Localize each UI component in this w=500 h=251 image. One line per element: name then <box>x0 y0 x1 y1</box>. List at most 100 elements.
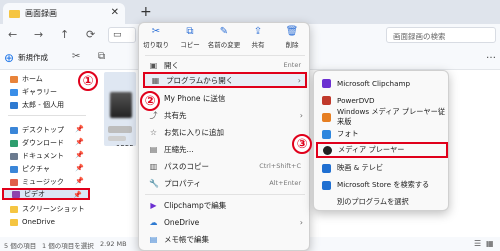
tab-recording[interactable]: 画面録画 ✕ <box>3 3 125 24</box>
menu-item-open[interactable]: ▣ 開く Enter <box>143 57 307 73</box>
menu-item-onedrive[interactable]: ☁ OneDrive › <box>143 214 307 230</box>
desktop-icon <box>10 126 18 134</box>
address-bar[interactable]: ▭ <box>108 27 136 43</box>
details-view-icon[interactable]: ☰ <box>474 239 481 248</box>
sidebar-item-music[interactable]: ミュージック 📌 <box>0 176 90 188</box>
choose-another-program[interactable]: 別のプログラムを選択 <box>317 194 447 210</box>
sidebar-item-label: ビデオ <box>24 190 45 198</box>
up-icon[interactable]: ↑ <box>60 28 69 41</box>
app-label: Microsoft Clipchamp <box>337 78 411 88</box>
shortcut-text: Ctrl+Shift+C <box>259 162 301 170</box>
menu-item-compress[interactable]: ▤ 圧縮先... › <box>143 141 307 157</box>
menu-item-clipchamp-edit[interactable]: ▶ Clipchampで編集 <box>143 197 307 213</box>
sidebar-item-videos[interactable]: ビデオ 📌 <box>2 188 90 200</box>
tiles-view-icon[interactable]: ▦ <box>486 239 494 248</box>
new-button[interactable]: ⊕ 新規作成 <box>4 52 49 64</box>
sidebar-item-downloads[interactable]: ダウンロード 📌 <box>0 137 90 149</box>
download-icon <box>10 139 18 147</box>
app-search-store[interactable]: Microsoft Store を検索する <box>317 177 447 193</box>
menu-item-send-to-phone[interactable]: ▯ My Phone に送信 <box>143 90 307 106</box>
back-icon[interactable]: ← <box>8 28 17 41</box>
chevron-right-icon: › <box>299 110 303 120</box>
refresh-icon[interactable]: ⟳ <box>86 28 95 41</box>
sidebar-item-label: ピクチャ <box>22 165 50 173</box>
menu-item-open-with[interactable]: ▦ プログラムから開く › <box>143 72 307 88</box>
menu-item-label: 開く <box>164 60 179 70</box>
delete-button[interactable]: 🗑 削除 <box>275 26 309 49</box>
app-movies-tv[interactable]: 映画 & テレビ <box>317 160 447 176</box>
pictures-icon <box>10 165 18 173</box>
context-quick-actions: ✂ 切り取り ⧉ コピー ✎ 名前の変更 ⇪ 共有 🗑 削除 <box>139 23 311 53</box>
step-badge-3: ③ <box>292 134 312 154</box>
pin-icon: 📌 <box>75 125 84 133</box>
new-button-label: 新規作成 <box>18 53 49 62</box>
sidebar-item-label: スクリーンショット <box>22 205 85 213</box>
app-clipchamp[interactable]: Microsoft Clipchamp <box>317 75 447 91</box>
open-icon: ▣ <box>149 60 158 70</box>
new-tab-button[interactable]: + <box>140 4 152 20</box>
cut-icon[interactable]: ✂ <box>72 51 80 62</box>
app-powerdvd[interactable]: PowerDVD <box>317 92 447 108</box>
step-badge-1: ① <box>78 71 98 91</box>
cut-label: 切り取り <box>143 41 169 49</box>
sidebar-item-label: ドキュメント <box>22 152 64 160</box>
pin-icon: 📌 <box>75 138 84 146</box>
sidebar-item-pictures[interactable]: ピクチャ 📌 <box>0 163 90 175</box>
more-options-icon[interactable]: … <box>486 50 496 61</box>
trash-icon: 🗑 <box>285 26 299 37</box>
app-media-player[interactable]: メディア プレーヤー <box>316 142 448 158</box>
menu-item-notepad-edit[interactable]: ▤ メモ帳で編集 <box>143 231 307 247</box>
forward-icon[interactable]: → <box>34 28 43 41</box>
tab-close-icon[interactable]: ✕ <box>111 7 119 18</box>
app-label: メディア プレーヤー <box>338 145 405 154</box>
menu-item-share-to[interactable]: ⤴ 共有先 › <box>143 107 307 123</box>
pin-icon: 📌 <box>75 177 84 185</box>
file-name: 155544 <box>116 144 136 146</box>
sidebar-item-label: OneDrive <box>22 218 55 226</box>
sidebar-item-home[interactable]: ホーム <box>0 73 90 85</box>
open-with-submenu: Microsoft Clipchamp PowerDVD Windows メディ… <box>313 70 449 211</box>
copy-icon[interactable]: ⧉ <box>98 51 105 62</box>
copy-button[interactable]: ⧉ コピー <box>173 26 207 49</box>
app-label: 映画 & テレビ <box>337 163 384 172</box>
menu-item-properties[interactable]: 🔧 プロパティ Alt+Enter <box>143 175 307 191</box>
media-player-icon <box>323 145 332 155</box>
video-icon <box>12 190 20 198</box>
selected-size: 2.92 MB <box>100 240 127 248</box>
search-input[interactable]: 画面録画の検索 <box>386 27 496 43</box>
sidebar-item-desktop[interactable]: デスクトップ 📌 <box>0 124 90 136</box>
app-windows-media-player-legacy[interactable]: Windows メディア プレーヤー従来版 <box>317 107 447 126</box>
chevron-right-icon: › <box>297 75 301 85</box>
sidebar-item-screenshots[interactable]: スクリーンショット <box>0 203 90 215</box>
sidebar-item-onedrive-personal[interactable]: 太郎 - 個人用 <box>0 99 90 111</box>
selected-count: 1 個の項目を選択 <box>42 242 94 250</box>
rename-button[interactable]: ✎ 名前の変更 <box>207 26 241 49</box>
menu-item-add-favorite[interactable]: ☆ お気に入りに追加 <box>143 124 307 140</box>
open-with-icon: ▦ <box>151 75 160 85</box>
app-label: PowerDVD <box>337 95 375 105</box>
clipchamp-icon <box>322 78 331 88</box>
menu-item-label: 圧縮先... <box>164 144 194 154</box>
scissors-icon: ✂ <box>151 26 161 37</box>
share-button[interactable]: ⇪ 共有 <box>241 26 275 49</box>
file-thumbnail[interactable]: 155544 <box>104 72 136 146</box>
sidebar-item-documents[interactable]: ドキュメント 📌 <box>0 150 90 162</box>
sidebar-item-onedrive[interactable]: OneDrive <box>0 216 90 228</box>
menu-item-copy-path[interactable]: ▥ パスのコピー Ctrl+Shift+C <box>143 158 307 174</box>
app-photos[interactable]: フォト <box>317 126 447 142</box>
notepad-icon: ▤ <box>149 234 158 244</box>
menu-item-label: メモ帳で編集 <box>164 234 209 244</box>
share-icon: ⤴ <box>149 110 158 120</box>
app-label: フォト <box>337 129 359 138</box>
cut-button[interactable]: ✂ 切り取り <box>139 26 173 49</box>
powerdvd-icon <box>322 95 331 105</box>
video-preview <box>110 92 132 118</box>
sidebar-item-label: ギャラリー <box>22 88 57 96</box>
menu-item-label: パスのコピー <box>164 161 209 171</box>
item-count: 5 個の項目 <box>4 242 37 250</box>
rename-icon: ✎ <box>219 26 229 37</box>
share-label: 共有 <box>251 41 265 49</box>
copy-icon: ⧉ <box>186 26 194 37</box>
photos-icon <box>322 129 331 139</box>
sidebar-item-gallery[interactable]: ギャラリー <box>0 86 90 98</box>
